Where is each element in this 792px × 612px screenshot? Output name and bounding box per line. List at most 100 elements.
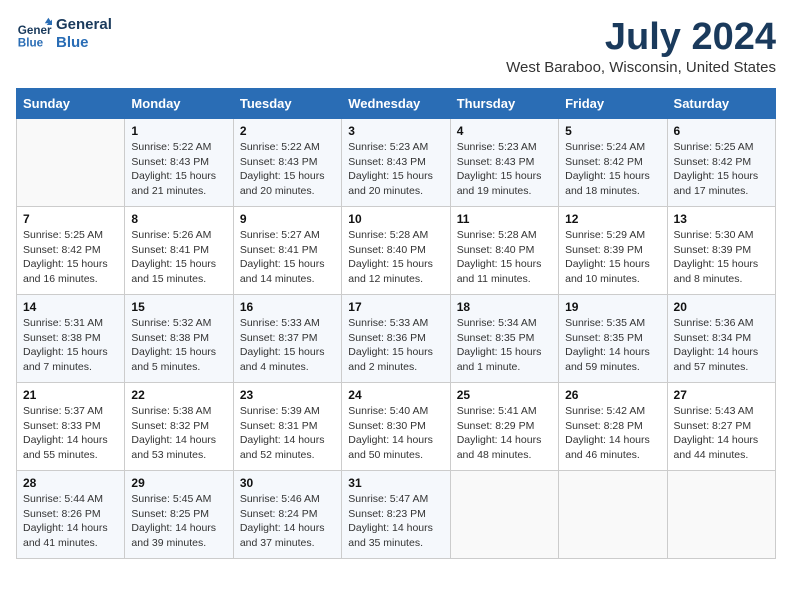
day-info: Sunrise: 5:30 AM Sunset: 8:39 PM Dayligh… xyxy=(674,228,769,287)
calendar-day-cell: 18 Sunrise: 5:34 AM Sunset: 8:35 PM Dayli… xyxy=(450,295,558,383)
day-info: Sunrise: 5:31 AM Sunset: 8:38 PM Dayligh… xyxy=(23,316,118,375)
day-info: Sunrise: 5:27 AM Sunset: 8:41 PM Dayligh… xyxy=(240,228,335,287)
day-info: Sunrise: 5:24 AM Sunset: 8:42 PM Dayligh… xyxy=(565,140,660,199)
calendar-day-cell xyxy=(450,471,558,559)
calendar-day-cell: 6 Sunrise: 5:25 AM Sunset: 8:42 PM Daylig… xyxy=(667,119,775,207)
day-number: 12 xyxy=(565,212,660,226)
page-header: General Blue General Blue July 2024 West… xyxy=(16,16,776,76)
day-info: Sunrise: 5:25 AM Sunset: 8:42 PM Dayligh… xyxy=(23,228,118,287)
calendar-day-cell: 27 Sunrise: 5:43 AM Sunset: 8:27 PM Dayli… xyxy=(667,383,775,471)
day-info: Sunrise: 5:36 AM Sunset: 8:34 PM Dayligh… xyxy=(674,316,769,375)
calendar-day-cell: 16Sunrise: 5:33 AM Sunset: 8:37 PM Dayli… xyxy=(233,295,341,383)
calendar-table: SundayMondayTuesdayWednesdayThursdayFrid… xyxy=(16,88,776,559)
calendar-day-cell: 13 Sunrise: 5:30 AM Sunset: 8:39 PM Dayli… xyxy=(667,207,775,295)
calendar-title: July 2024 xyxy=(506,16,776,59)
calendar-day-cell: 30Sunrise: 5:46 AM Sunset: 8:24 PM Dayli… xyxy=(233,471,341,559)
day-info: Sunrise: 5:22 AM Sunset: 8:43 PM Dayligh… xyxy=(240,140,335,199)
day-number: 15 xyxy=(131,300,226,314)
day-number: 4 xyxy=(457,124,552,138)
calendar-subtitle: West Baraboo, Wisconsin, United States xyxy=(506,59,776,76)
day-info: Sunrise: 5:23 AM Sunset: 8:43 PM Dayligh… xyxy=(457,140,552,199)
day-number: 10 xyxy=(348,212,443,226)
calendar-day-cell: 25Sunrise: 5:41 AM Sunset: 8:29 PM Dayli… xyxy=(450,383,558,471)
calendar-day-cell xyxy=(17,119,125,207)
calendar-day-cell: 23 Sunrise: 5:39 AM Sunset: 8:31 PM Dayli… xyxy=(233,383,341,471)
weekday-header: Saturday xyxy=(667,89,775,119)
calendar-day-cell: 29Sunrise: 5:45 AM Sunset: 8:25 PM Dayli… xyxy=(125,471,233,559)
day-number: 14 xyxy=(23,300,118,314)
day-number: 20 xyxy=(674,300,769,314)
calendar-day-cell xyxy=(667,471,775,559)
day-info: Sunrise: 5:46 AM Sunset: 8:24 PM Dayligh… xyxy=(240,492,335,551)
day-info: Sunrise: 5:40 AM Sunset: 8:30 PM Dayligh… xyxy=(348,404,443,463)
day-info: Sunrise: 5:37 AM Sunset: 8:33 PM Dayligh… xyxy=(23,404,118,463)
day-number: 23 xyxy=(240,388,335,402)
calendar-day-cell: 22Sunrise: 5:38 AM Sunset: 8:32 PM Dayli… xyxy=(125,383,233,471)
calendar-day-cell: 19 Sunrise: 5:35 AM Sunset: 8:35 PM Dayli… xyxy=(559,295,667,383)
day-number: 17 xyxy=(348,300,443,314)
calendar-week-row: 14 Sunrise: 5:31 AM Sunset: 8:38 PM Dayli… xyxy=(17,295,776,383)
calendar-week-row: 21 Sunrise: 5:37 AM Sunset: 8:33 PM Dayli… xyxy=(17,383,776,471)
day-info: Sunrise: 5:47 AM Sunset: 8:23 PM Dayligh… xyxy=(348,492,443,551)
day-info: Sunrise: 5:43 AM Sunset: 8:27 PM Dayligh… xyxy=(674,404,769,463)
calendar-header-row: SundayMondayTuesdayWednesdayThursdayFrid… xyxy=(17,89,776,119)
day-number: 13 xyxy=(674,212,769,226)
calendar-day-cell: 7 Sunrise: 5:25 AM Sunset: 8:42 PM Daylig… xyxy=(17,207,125,295)
day-info: Sunrise: 5:25 AM Sunset: 8:42 PM Dayligh… xyxy=(674,140,769,199)
day-info: Sunrise: 5:34 AM Sunset: 8:35 PM Dayligh… xyxy=(457,316,552,375)
calendar-day-cell: 14 Sunrise: 5:31 AM Sunset: 8:38 PM Dayli… xyxy=(17,295,125,383)
svg-text:Blue: Blue xyxy=(18,37,44,50)
calendar-day-cell: 4 Sunrise: 5:23 AM Sunset: 8:43 PM Daylig… xyxy=(450,119,558,207)
day-number: 21 xyxy=(23,388,118,402)
calendar-day-cell: 11Sunrise: 5:28 AM Sunset: 8:40 PM Dayli… xyxy=(450,207,558,295)
day-number: 31 xyxy=(348,476,443,490)
day-info: Sunrise: 5:26 AM Sunset: 8:41 PM Dayligh… xyxy=(131,228,226,287)
day-number: 9 xyxy=(240,212,335,226)
day-info: Sunrise: 5:42 AM Sunset: 8:28 PM Dayligh… xyxy=(565,404,660,463)
calendar-day-cell: 10 Sunrise: 5:28 AM Sunset: 8:40 PM Dayli… xyxy=(342,207,450,295)
calendar-week-row: 7 Sunrise: 5:25 AM Sunset: 8:42 PM Daylig… xyxy=(17,207,776,295)
logo-line1: General xyxy=(56,16,112,34)
day-number: 26 xyxy=(565,388,660,402)
calendar-day-cell: 2Sunrise: 5:22 AM Sunset: 8:43 PM Daylig… xyxy=(233,119,341,207)
day-number: 27 xyxy=(674,388,769,402)
day-info: Sunrise: 5:29 AM Sunset: 8:39 PM Dayligh… xyxy=(565,228,660,287)
day-info: Sunrise: 5:23 AM Sunset: 8:43 PM Dayligh… xyxy=(348,140,443,199)
weekday-header: Friday xyxy=(559,89,667,119)
day-number: 6 xyxy=(674,124,769,138)
day-info: Sunrise: 5:28 AM Sunset: 8:40 PM Dayligh… xyxy=(457,228,552,287)
weekday-header: Sunday xyxy=(17,89,125,119)
logo: General Blue General Blue xyxy=(16,16,112,52)
day-info: Sunrise: 5:33 AM Sunset: 8:36 PM Dayligh… xyxy=(348,316,443,375)
day-info: Sunrise: 5:38 AM Sunset: 8:32 PM Dayligh… xyxy=(131,404,226,463)
calendar-day-cell: 1Sunrise: 5:22 AM Sunset: 8:43 PM Daylig… xyxy=(125,119,233,207)
day-number: 19 xyxy=(565,300,660,314)
day-number: 5 xyxy=(565,124,660,138)
calendar-day-cell: 26 Sunrise: 5:42 AM Sunset: 8:28 PM Dayli… xyxy=(559,383,667,471)
day-number: 8 xyxy=(131,212,226,226)
day-info: Sunrise: 5:39 AM Sunset: 8:31 PM Dayligh… xyxy=(240,404,335,463)
weekday-header: Monday xyxy=(125,89,233,119)
day-info: Sunrise: 5:28 AM Sunset: 8:40 PM Dayligh… xyxy=(348,228,443,287)
calendar-day-cell: 5 Sunrise: 5:24 AM Sunset: 8:42 PM Daylig… xyxy=(559,119,667,207)
day-number: 7 xyxy=(23,212,118,226)
day-number: 18 xyxy=(457,300,552,314)
day-info: Sunrise: 5:41 AM Sunset: 8:29 PM Dayligh… xyxy=(457,404,552,463)
calendar-week-row: 1Sunrise: 5:22 AM Sunset: 8:43 PM Daylig… xyxy=(17,119,776,207)
day-info: Sunrise: 5:35 AM Sunset: 8:35 PM Dayligh… xyxy=(565,316,660,375)
weekday-header: Thursday xyxy=(450,89,558,119)
weekday-header: Wednesday xyxy=(342,89,450,119)
day-info: Sunrise: 5:44 AM Sunset: 8:26 PM Dayligh… xyxy=(23,492,118,551)
calendar-day-cell: 31 Sunrise: 5:47 AM Sunset: 8:23 PM Dayli… xyxy=(342,471,450,559)
calendar-day-cell: 9 Sunrise: 5:27 AM Sunset: 8:41 PM Daylig… xyxy=(233,207,341,295)
weekday-header: Tuesday xyxy=(233,89,341,119)
calendar-day-cell: 15Sunrise: 5:32 AM Sunset: 8:38 PM Dayli… xyxy=(125,295,233,383)
calendar-day-cell: 20 Sunrise: 5:36 AM Sunset: 8:34 PM Dayli… xyxy=(667,295,775,383)
day-number: 3 xyxy=(348,124,443,138)
svg-text:General: General xyxy=(18,24,52,37)
logo-line2: Blue xyxy=(56,34,112,52)
calendar-day-cell: 28Sunrise: 5:44 AM Sunset: 8:26 PM Dayli… xyxy=(17,471,125,559)
calendar-day-cell: 3 Sunrise: 5:23 AM Sunset: 8:43 PM Daylig… xyxy=(342,119,450,207)
calendar-week-row: 28Sunrise: 5:44 AM Sunset: 8:26 PM Dayli… xyxy=(17,471,776,559)
calendar-day-cell: 8 Sunrise: 5:26 AM Sunset: 8:41 PM Daylig… xyxy=(125,207,233,295)
